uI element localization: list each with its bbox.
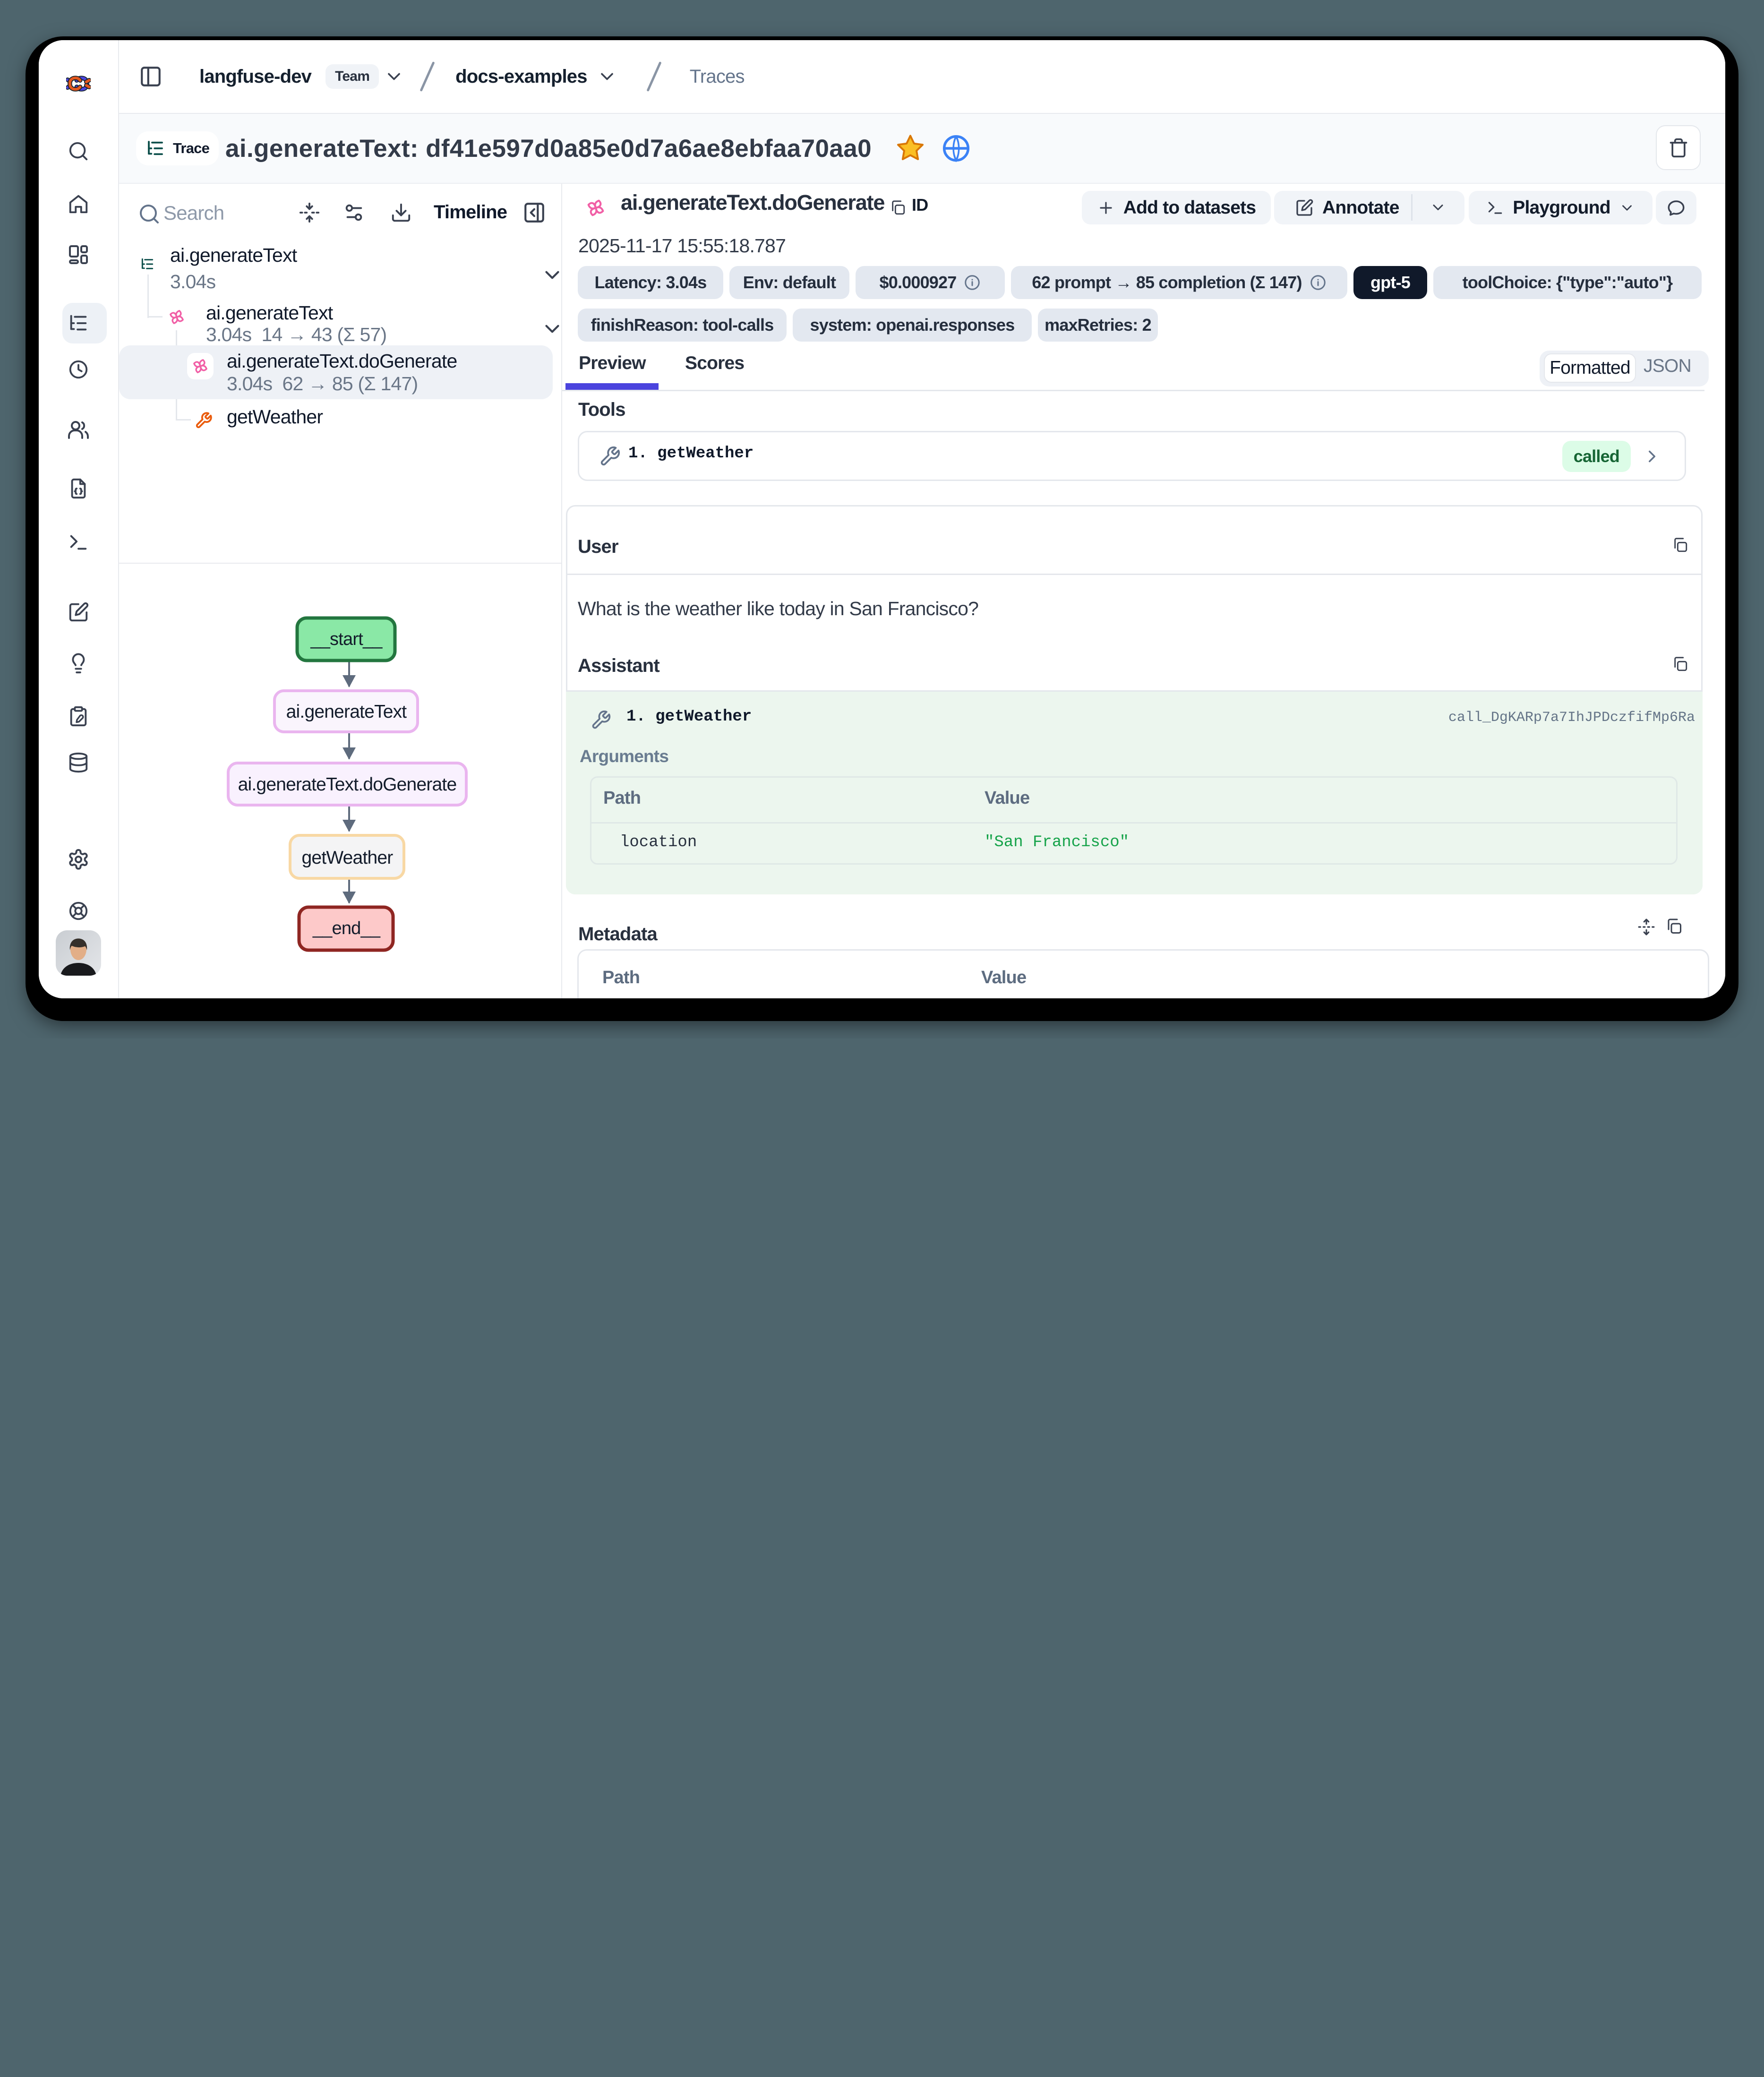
svg-text:__end__: __end__ [312, 918, 381, 938]
svg-text:ai.generateText: ai.generateText [286, 702, 407, 722]
svg-text:getWeather: getWeather [302, 848, 394, 868]
svg-text:__start__: __start__ [310, 629, 383, 649]
svg-text:ai.generateText.doGenerate: ai.generateText.doGenerate [238, 774, 457, 795]
